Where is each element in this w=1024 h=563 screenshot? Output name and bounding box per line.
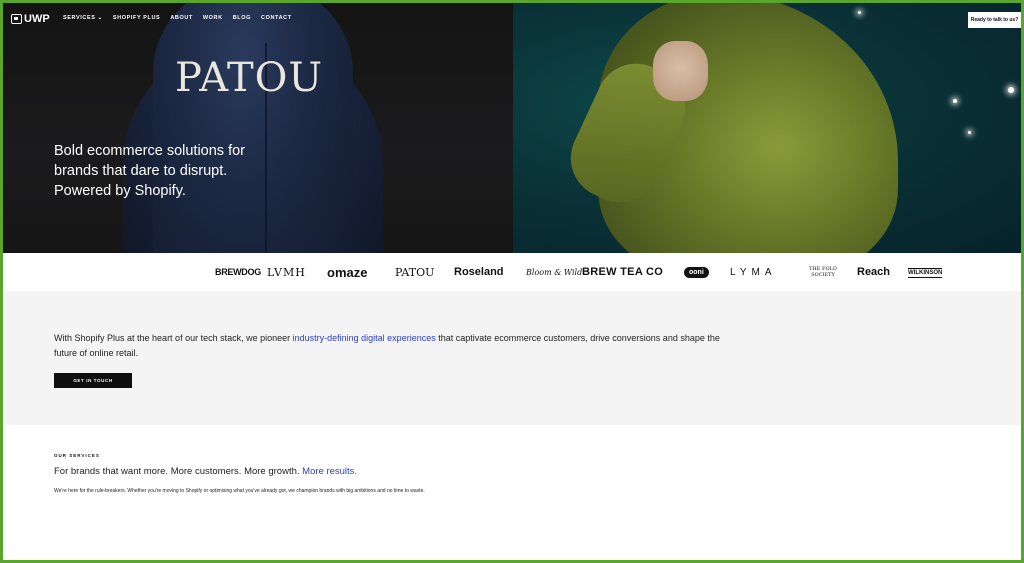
get-in-touch-button[interactable]: GET IN TOUCH (54, 373, 132, 388)
uwp-logo-icon (11, 14, 22, 24)
logo-omaze: omaze (327, 264, 368, 280)
hero-headline: Bold ecommerce solutions for brands that… (54, 141, 294, 201)
hero-headline-line: brands that dare to disrupt. (54, 163, 228, 179)
logo-text: UWP (24, 13, 50, 25)
hero-image-right (513, 3, 1021, 253)
figure-hand (653, 41, 708, 101)
nav-link-label: SERVICES (63, 15, 96, 21)
logo-bloom-and-wild: Bloom & Wild (526, 267, 583, 277)
digital-experiences-link[interactable]: industry-defining digital experiences (293, 333, 436, 343)
page-frame: PATOU Bold ecommerce solutions for brand… (3, 3, 1021, 560)
water-sparkle (968, 131, 971, 134)
logo-patou: PATOU (395, 265, 435, 279)
nav-link-work[interactable]: WORK (203, 15, 223, 21)
coat-hood (153, 3, 353, 253)
logo-ooni-text: ooni (684, 266, 709, 278)
logo-wilkinson-text: WILKINSON (908, 270, 943, 276)
hero-image-left: PATOU (3, 3, 513, 253)
logo-lvmh: LVMH (267, 265, 306, 279)
services-heading: For brands that want more. More customer… (54, 466, 357, 477)
uwp-logo[interactable]: UWP (11, 13, 50, 25)
services-label: OUR SERVICES (54, 453, 100, 458)
coat-print-text: PATOU (175, 55, 324, 101)
logo-brewdog: BREWDOG (215, 267, 261, 277)
intro-paragraph: With Shopify Plus at the heart of our te… (54, 331, 734, 360)
services-body: We're here for the rule-breakers. Whethe… (54, 488, 425, 494)
top-nav: UWP SERVICES ⌄ SHOPIFY PLUS ABOUT WORK B… (3, 3, 1021, 33)
nav-link-services[interactable]: SERVICES ⌄ (63, 15, 103, 21)
nav-link-shopify-plus[interactable]: SHOPIFY PLUS (113, 15, 160, 21)
client-logo-strip: BREWDOG LVMH omaze PATOU Roseland Bloom … (3, 253, 1021, 291)
logo-reach: Reach (857, 266, 891, 278)
logo-brew-tea-co: BREW TEA CO (582, 266, 664, 278)
more-results-link[interactable]: More results. (302, 466, 357, 477)
intro-section: With Shopify Plus at the heart of our te… (3, 291, 1021, 425)
nav-links: SERVICES ⌄ SHOPIFY PLUS ABOUT WORK BLOG … (63, 15, 292, 21)
services-heading-text: For brands that want more. More customer… (54, 466, 303, 477)
talk-to-us-button[interactable]: Ready to talk to us? (968, 12, 1021, 28)
intro-text-start: With Shopify Plus at the heart of our te… (54, 333, 293, 343)
nav-link-about[interactable]: ABOUT (170, 15, 193, 21)
hero-headline-line: Bold ecommerce solutions for (54, 143, 245, 159)
logo-fold-society: THE FOLD SOCIETY (809, 266, 837, 278)
logo-roseland: Roseland (454, 266, 504, 278)
logo-lyma: LYMA (730, 266, 777, 278)
nav-link-blog[interactable]: BLOG (233, 15, 251, 21)
logo-ooni: ooni (684, 253, 709, 291)
chevron-down-icon: ⌄ (97, 15, 103, 21)
logo-wilkinson: WILKINSON (908, 268, 943, 278)
services-section: OUR SERVICES For brands that want more. … (3, 425, 1021, 560)
hero: PATOU Bold ecommerce solutions for brand… (3, 3, 1021, 253)
water-sparkle (1008, 87, 1014, 93)
water-sparkle (953, 99, 957, 103)
nav-link-contact[interactable]: CONTACT (261, 15, 292, 21)
hero-headline-line: Powered by Shopify. (54, 183, 186, 199)
